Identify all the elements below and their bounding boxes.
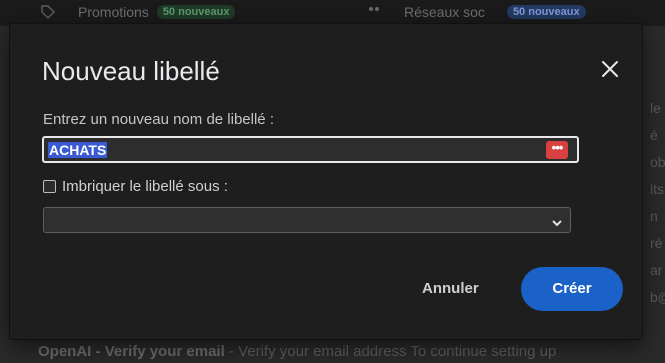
tag-icon (40, 5, 56, 19)
tab-promotions-label: Promotions (78, 4, 149, 20)
dialog-title: Nouveau libellé (42, 56, 220, 86)
email-snippet: - Verify your email address To continue … (228, 343, 557, 360)
close-button[interactable] (598, 57, 622, 81)
nest-label-option[interactable]: Imbriquer le libellé sous : (43, 178, 228, 195)
list-item: b@ (650, 289, 665, 305)
list-item: ob (650, 154, 665, 170)
email-subject: Verify your email (104, 343, 225, 360)
selected-text: ACHATS (48, 142, 108, 158)
tab-social[interactable]: Réseaux soc 50 nouveaux (366, 4, 586, 20)
nest-label-text: Imbriquer le libellé sous : (62, 178, 228, 195)
people-icon (366, 5, 382, 19)
nest-checkbox[interactable] (43, 180, 56, 193)
tab-promotions[interactable]: Promotions 50 nouveaux (40, 4, 236, 20)
background-email-list: le é ob its n ré ar b@ (650, 95, 665, 311)
list-item: é (650, 127, 658, 143)
inbox-tabs: Promotions 50 nouveaux Réseaux soc 50 no… (0, 0, 665, 26)
cancel-button[interactable]: Annuler (414, 274, 487, 304)
tab-social-label: Réseaux soc (404, 4, 485, 20)
screen: Promotions 50 nouveaux Réseaux soc 50 no… (0, 0, 665, 363)
background-email-row[interactable]: OpenAI - Verify your email - Verify your… (38, 343, 556, 360)
list-item: le (650, 100, 661, 116)
label-name-value[interactable]: ACHATS (48, 141, 108, 159)
email-sender: OpenAI (38, 343, 92, 360)
parent-label-select[interactable] (43, 207, 571, 233)
list-item: ar (650, 262, 663, 278)
promotions-badge: 50 nouveaux (156, 5, 236, 19)
list-item: n (650, 208, 658, 224)
label-name-caption: Entrez un nouveau nom de libellé : (43, 111, 274, 128)
create-button[interactable]: Créer (521, 267, 623, 311)
list-item: its (650, 181, 664, 197)
social-badge: 50 nouveaux (506, 5, 586, 19)
chevron-down-icon (551, 215, 563, 233)
new-label-dialog: Nouveau libellé Entrez un nouveau nom de… (10, 24, 642, 339)
close-icon (602, 61, 618, 77)
password-manager-icon[interactable]: ••• (546, 141, 568, 159)
list-item: ré (650, 235, 663, 251)
label-name-input[interactable]: ACHATS ••• (42, 136, 579, 163)
